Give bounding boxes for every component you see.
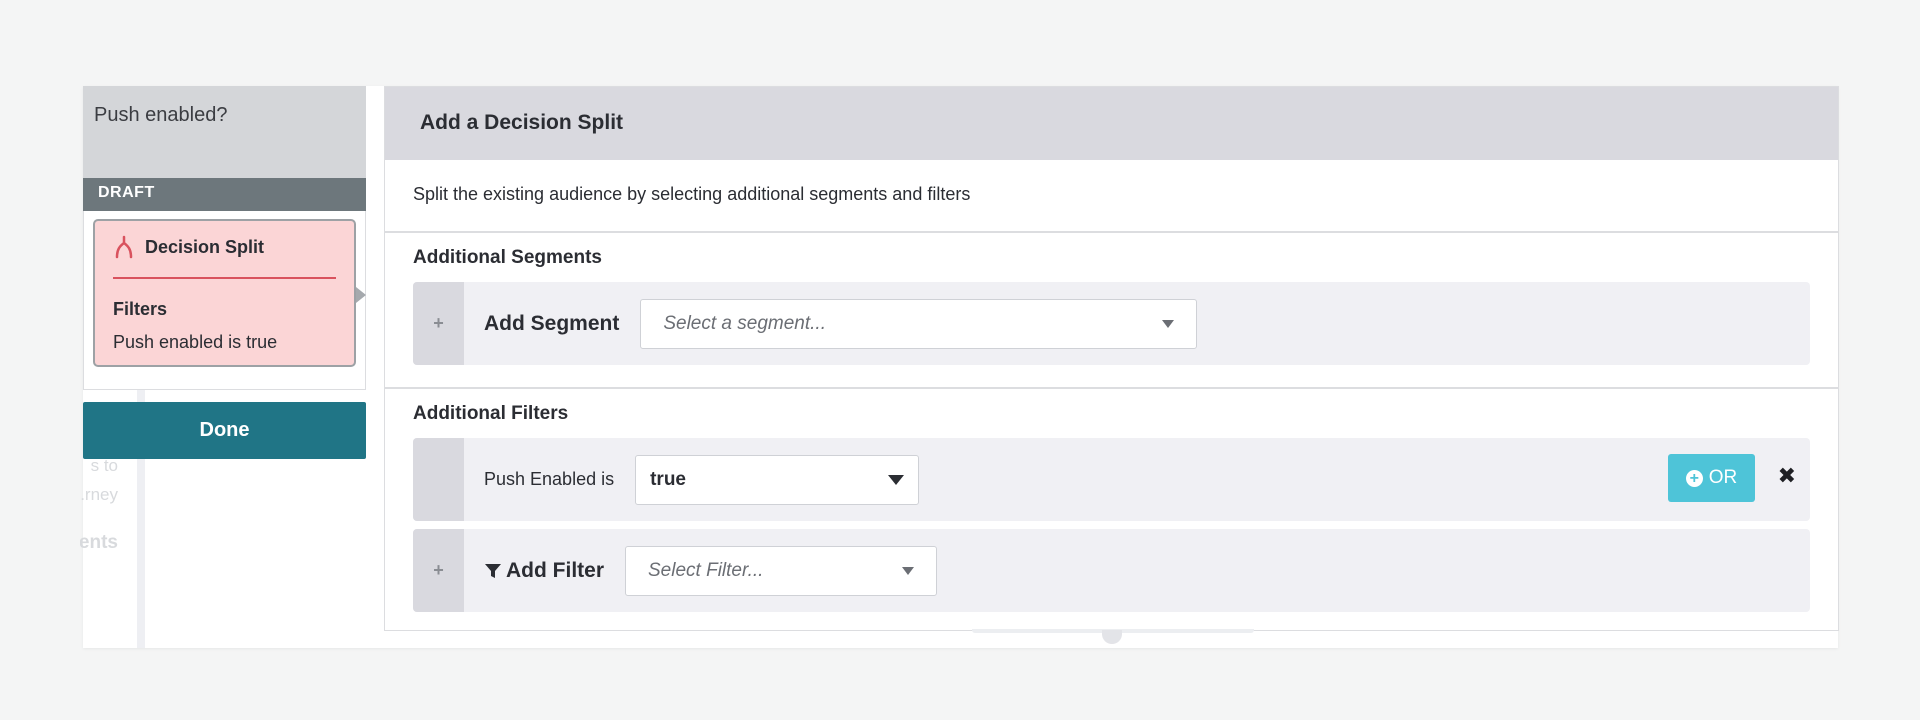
decision-split-card[interactable]: Decision Split Filters Push enabled is t…	[93, 219, 366, 367]
modal-title: Add a Decision Split	[385, 87, 1838, 160]
journey-node: Push enabled? DRAFT Decision Split Filte…	[83, 86, 366, 459]
filters-summary: Push enabled is true	[113, 332, 278, 352]
modal-description: Split the existing audience by selecting…	[385, 160, 1838, 233]
split-card-divider	[113, 277, 336, 279]
section-title: Additional Segments	[413, 247, 602, 268]
filter-row-handle[interactable]	[413, 438, 464, 521]
filters-label: Filters	[113, 299, 168, 319]
additional-segments-section: Additional Segments + Add Segment Select…	[385, 233, 1838, 387]
section-title: Additional Filters	[413, 403, 569, 424]
add-filter-label-wrap: Add Filter	[484, 559, 604, 583]
filter-row: Push Enabled is true + OR ✖	[413, 438, 1810, 521]
add-filter-row: + Add Filter Select Filter...	[413, 529, 1810, 612]
done-button[interactable]: Done	[83, 402, 366, 459]
node-title[interactable]: Push enabled?	[83, 86, 366, 178]
ghost-text: ents	[80, 532, 118, 553]
node-status-badge: DRAFT	[83, 178, 366, 211]
chevron-down-icon	[902, 566, 914, 575]
filter-select[interactable]: Select Filter...	[625, 545, 937, 596]
plus-circle-icon: +	[1685, 469, 1703, 487]
add-filter-label: Add Filter	[506, 558, 604, 582]
decision-split-modal: Add a Decision Split Split the existing …	[384, 86, 1839, 631]
segment-select[interactable]: Select a segment...	[640, 298, 1198, 349]
ghost-text: s to	[90, 456, 118, 475]
remove-filter-icon[interactable]: ✖	[1778, 465, 1796, 487]
additional-filters-section: Additional Filters Push Enabled is true …	[385, 387, 1838, 634]
filter-condition-label: Push Enabled is	[484, 469, 615, 489]
add-or-condition-button[interactable]: + OR	[1668, 454, 1755, 502]
add-segment-row: + Add Segment Select a segment...	[413, 282, 1810, 365]
filter-select-placeholder: Select Filter...	[648, 559, 764, 581]
split-card-header: Decision Split	[113, 235, 336, 259]
or-label: OR	[1708, 467, 1738, 488]
funnel-icon	[484, 562, 502, 580]
split-icon	[113, 235, 135, 259]
add-filter-plus-icon[interactable]: +	[413, 529, 464, 612]
node-body: Decision Split Filters Push enabled is t…	[83, 211, 366, 390]
caret-down-icon	[888, 474, 905, 485]
add-segment-plus-icon[interactable]: +	[413, 282, 464, 365]
ghost-text: rney.	[80, 485, 118, 504]
split-card-heading: Decision Split	[145, 236, 265, 257]
add-segment-label: Add Segment	[484, 311, 620, 335]
filter-value-select[interactable]: true	[635, 454, 920, 505]
filter-value: true	[650, 468, 686, 490]
segment-select-placeholder: Select a segment...	[663, 312, 826, 334]
chevron-down-icon	[1162, 319, 1175, 328]
